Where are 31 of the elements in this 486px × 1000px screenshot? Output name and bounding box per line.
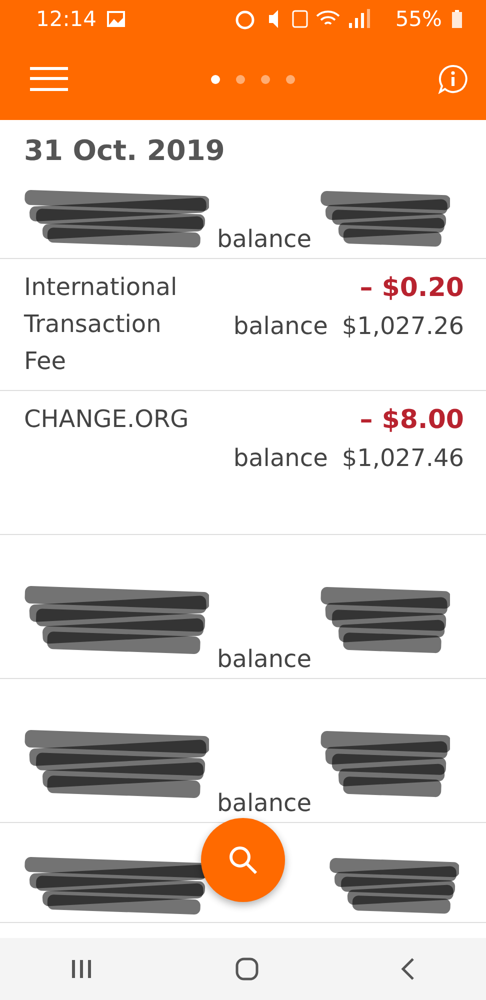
balance-amount: $1,027.46 — [342, 443, 464, 474]
balance-label: balance — [217, 788, 312, 819]
transaction-row[interactable]: balance — [0, 171, 486, 259]
status-time: 12:14 — [36, 7, 97, 31]
page-indicator-dot[interactable] — [236, 74, 245, 84]
balance-label: balance — [217, 644, 312, 675]
transaction-amount: – $8.00 — [360, 404, 464, 437]
page-indicator-dot[interactable] — [286, 74, 295, 84]
transaction-name: International Transaction Fee — [24, 272, 178, 377]
info-icon[interactable] — [438, 64, 468, 94]
balance-label: balance — [217, 224, 312, 255]
image-icon — [106, 11, 125, 27]
page-indicator-dot[interactable] — [261, 74, 270, 84]
search-icon — [227, 844, 259, 876]
transaction-row[interactable]: balance — [0, 535, 486, 679]
battery-percent: 55% — [395, 7, 442, 31]
transaction-row[interactable]: balance — [0, 679, 486, 823]
balance-label: balance — [233, 311, 328, 342]
transaction-amount: – $0.20 — [360, 272, 464, 305]
balance-amount: $1,027.26 — [342, 311, 464, 342]
transaction-row[interactable]: CHANGE.ORG – $8.00 balance $1,027.46 — [0, 391, 486, 535]
battery-icon — [452, 10, 462, 28]
page-indicator-dot[interactable] — [211, 74, 220, 84]
search-button[interactable] — [201, 818, 285, 902]
transaction-name: CHANGE.ORG — [24, 404, 190, 435]
back-icon[interactable] — [400, 957, 416, 981]
balance-label: balance — [233, 443, 328, 474]
date-heading: 31 Oct. 2019 — [23, 133, 226, 169]
menu-icon[interactable] — [30, 66, 68, 92]
home-icon[interactable] — [234, 957, 259, 981]
transaction-row[interactable]: International Transaction Fee – $0.20 balance $1,027.26 — [0, 259, 486, 391]
